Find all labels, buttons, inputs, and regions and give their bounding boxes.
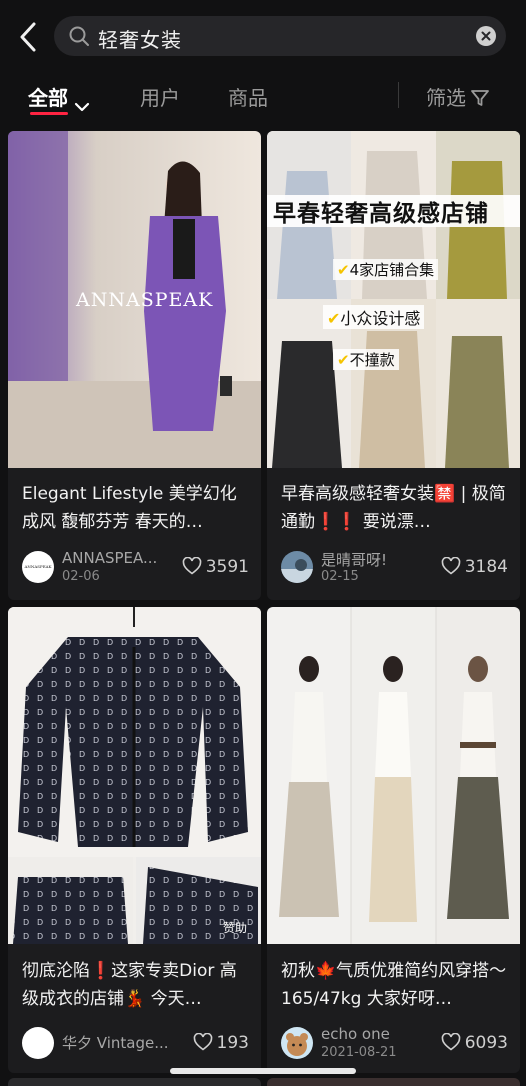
note-card[interactable]: 早春轻奢高级感店铺 ✔4家店铺合集 ✔小众设计感 ✔不撞款 早春高级感轻奢女装🈲… xyxy=(267,131,520,600)
author-name[interactable]: ANNASPEA... xyxy=(62,549,172,567)
note-meta: 华夕 Vintage... 193 xyxy=(22,1027,249,1063)
active-tab-indicator xyxy=(30,112,68,115)
check-icon: ✔ xyxy=(337,351,350,369)
post-date: 02-06 xyxy=(62,569,100,584)
filter-label: 筛选 xyxy=(426,86,466,110)
cover-point: ✔不撞款 xyxy=(333,349,399,370)
like-button[interactable]: 3591 xyxy=(182,556,249,577)
like-button[interactable]: 193 xyxy=(193,1032,249,1053)
top-bar: 轻奢女装 xyxy=(0,0,526,70)
cover-point-text: 不撞款 xyxy=(349,351,395,369)
cover-image[interactable]: ANNASPEAK xyxy=(8,131,261,468)
chevron-down-icon xyxy=(74,94,90,111)
avatar[interactable] xyxy=(281,1027,313,1059)
note-card[interactable]: D 赞助 彻底沦陷❗这家专卖Dior 高级成衣的店铺💃 今天… 华夕 Vinta… xyxy=(8,607,261,1073)
post-date: 02-15 xyxy=(321,569,359,584)
tab-goods[interactable]: 商品 xyxy=(228,82,268,111)
cover-image[interactable]: D 赞助 xyxy=(8,607,261,944)
filter-button[interactable]: 筛选 xyxy=(426,82,490,111)
like-count: 3184 xyxy=(464,557,508,577)
tab-all[interactable]: 全部 xyxy=(28,82,90,111)
avatar[interactable] xyxy=(281,551,313,583)
tab-users[interactable]: 用户 xyxy=(140,82,180,111)
note-meta: ANNASPEAK ANNASPEA... 02-06 3591 xyxy=(22,549,249,587)
note-meta: 是晴哥呀! 02-15 3184 xyxy=(281,551,508,587)
tab-divider xyxy=(398,82,399,108)
filter-funnel-icon xyxy=(470,88,490,108)
note-title[interactable]: 早春高级感轻奢女装🈲 | 极简通勤❗❗ 要说漂… xyxy=(281,480,509,536)
post-date: 2021-08-21 xyxy=(321,1045,397,1060)
author-name[interactable]: 是晴哥呀! xyxy=(321,549,431,570)
filter-tabs: 全部 用户 商品 筛选 xyxy=(0,72,526,122)
like-button[interactable]: 3184 xyxy=(441,556,508,577)
heart-icon xyxy=(441,1032,461,1051)
next-card-peek xyxy=(267,1078,520,1086)
like-count: 3591 xyxy=(205,557,249,577)
cover-point: ✔小众设计感 xyxy=(323,305,425,329)
like-count: 193 xyxy=(216,1033,249,1053)
search-query[interactable]: 轻奢女装 xyxy=(98,24,182,53)
like-button[interactable]: 6093 xyxy=(441,1032,508,1053)
note-title[interactable]: 彻底沦陷❗这家专卖Dior 高级成衣的店铺💃 今天… xyxy=(22,957,250,1013)
tab-all-label: 全部 xyxy=(28,86,68,110)
cover-point: ✔4家店铺合集 xyxy=(333,259,439,280)
author-name[interactable]: echo one xyxy=(321,1025,431,1043)
brand-watermark: ANNASPEAK xyxy=(76,289,214,311)
note-title[interactable]: 初秋🍁气质优雅简约风穿搭～ 165/47kg 大家好呀… xyxy=(281,957,509,1013)
cover-point-text: 小众设计感 xyxy=(340,309,421,328)
note-meta: echo one 2021-08-21 6093 xyxy=(281,1025,508,1063)
heart-icon xyxy=(441,556,461,575)
back-arrow-icon[interactable] xyxy=(14,20,44,54)
cover-point-text: 4家店铺合集 xyxy=(349,261,435,279)
heart-icon xyxy=(193,1032,213,1051)
home-indicator[interactable] xyxy=(170,1068,356,1074)
author-name[interactable]: 华夕 Vintage... xyxy=(62,1032,192,1053)
heart-icon xyxy=(182,556,202,575)
avatar-text: ANNASPEAK xyxy=(24,564,52,569)
avatar[interactable]: ANNASPEAK xyxy=(22,551,54,583)
cover-image[interactable] xyxy=(267,607,520,944)
check-icon: ✔ xyxy=(337,261,350,279)
note-title[interactable]: Elegant Lifestyle 美学幻化成风 馥郁芬芳 春天的… xyxy=(22,480,250,536)
sponsored-badge: 赞助 xyxy=(222,921,247,935)
clear-search-icon[interactable] xyxy=(476,26,496,46)
cover-image[interactable]: 早春轻奢高级感店铺 ✔4家店铺合集 ✔小众设计感 ✔不撞款 xyxy=(267,131,520,468)
next-card-peek xyxy=(8,1078,261,1086)
like-count: 6093 xyxy=(464,1033,508,1053)
note-card[interactable]: ANNASPEAK Elegant Lifestyle 美学幻化成风 馥郁芬芳 … xyxy=(8,131,261,600)
check-icon: ✔ xyxy=(327,309,341,328)
cover-headline: 早春轻奢高级感店铺 xyxy=(273,201,489,227)
avatar[interactable] xyxy=(22,1027,54,1059)
search-input[interactable]: 轻奢女装 xyxy=(54,16,506,56)
search-icon xyxy=(68,25,90,47)
note-card[interactable]: 初秋🍁气质优雅简约风穿搭～ 165/47kg 大家好呀… echo one 20… xyxy=(267,607,520,1073)
